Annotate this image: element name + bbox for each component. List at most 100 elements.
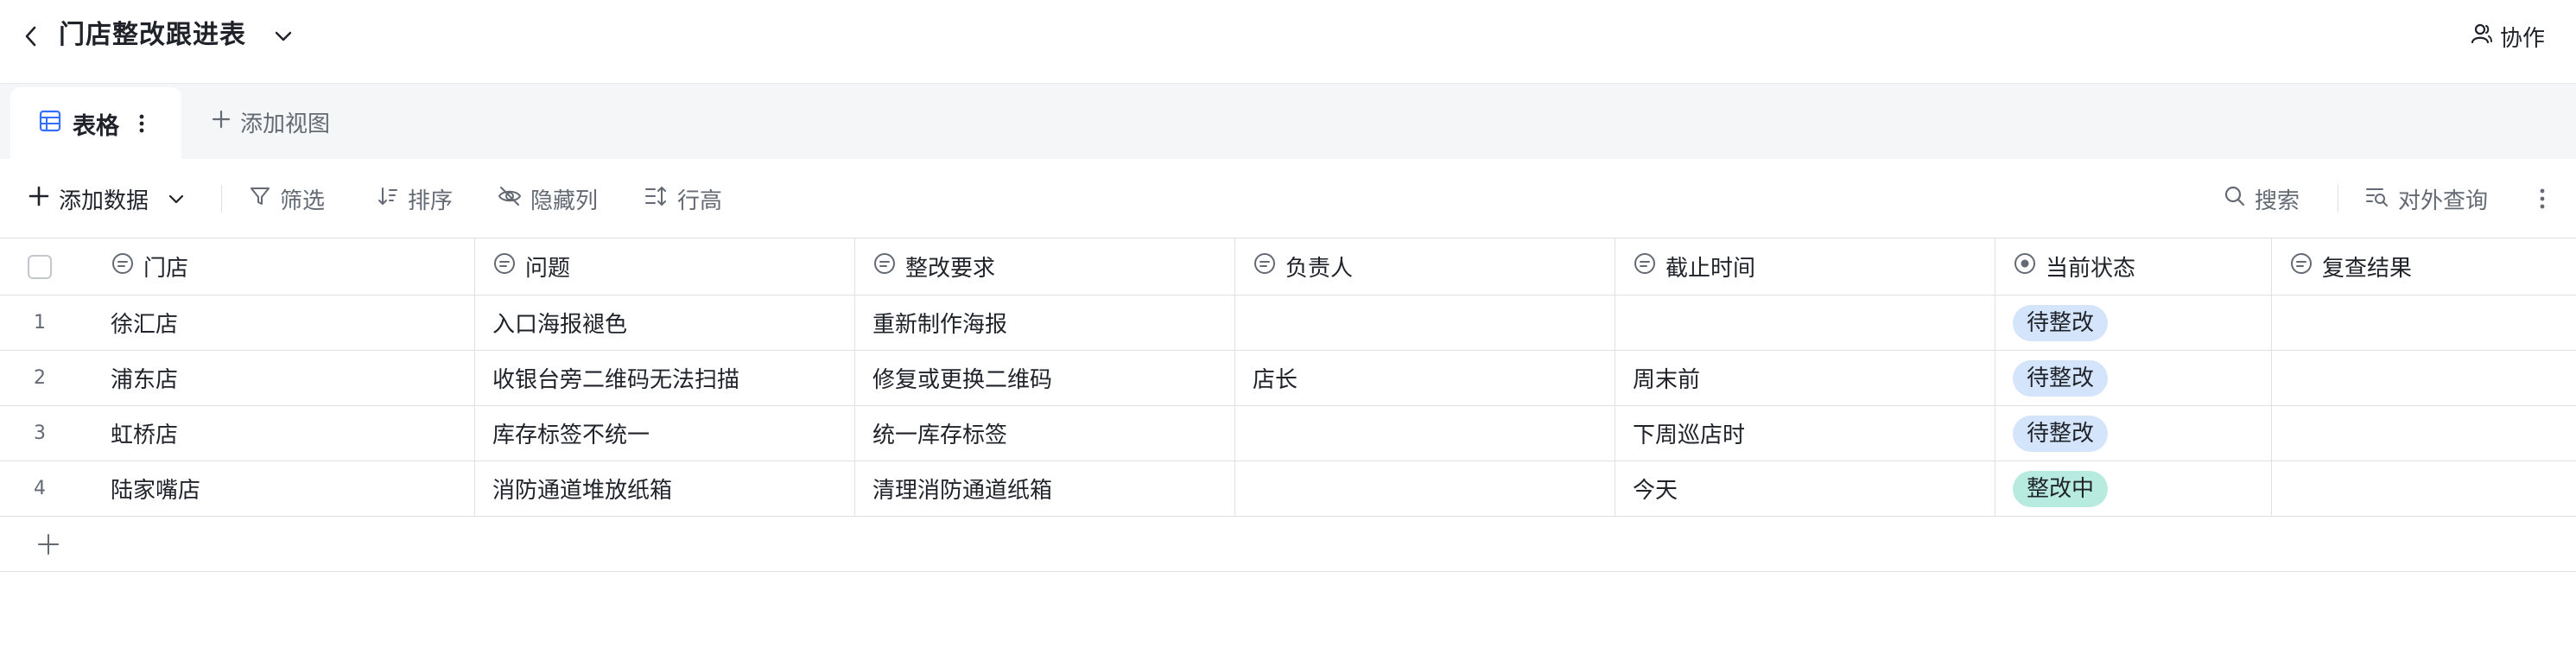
add-view-button[interactable]: 添加视图 [211, 103, 330, 141]
collaborate-label: 协作 [2499, 25, 2545, 52]
cell-owner[interactable]: 店长 [1235, 351, 1615, 405]
column-header-label: 门店 [143, 256, 189, 282]
person-icon [2471, 22, 2493, 51]
column-header-label: 当前状态 [2046, 256, 2136, 282]
search-button[interactable]: 搜索 [2224, 180, 2300, 218]
column-header-owner[interactable]: 负责人 [1235, 238, 1615, 295]
sort-button[interactable]: 排序 [377, 180, 453, 218]
cell-owner[interactable] [1235, 461, 1615, 516]
search-icon [2224, 185, 2246, 213]
cell-review[interactable] [2272, 295, 2576, 350]
plus-icon [28, 185, 50, 213]
plus-icon[interactable] [35, 530, 62, 558]
cell-requirement[interactable]: 重新制作海报 [855, 295, 1235, 350]
row-index: 3 [34, 422, 46, 444]
page-title: 门店整改跟进表 [59, 20, 246, 50]
cell-review[interactable] [2272, 351, 2576, 405]
cell-deadline[interactable]: 今天 [1615, 461, 1995, 516]
column-header-status[interactable]: 当前状态 [1995, 238, 2272, 295]
row-index: 4 [34, 478, 46, 499]
external-query-label: 对外查询 [2398, 187, 2489, 214]
back-icon[interactable] [17, 19, 45, 54]
column-header-deadline[interactable]: 截止时间 [1615, 238, 1995, 295]
cell-deadline[interactable]: 下周巡店时 [1615, 406, 1995, 461]
filter-icon [249, 185, 271, 213]
hide-columns-button[interactable]: 隐藏列 [498, 180, 598, 218]
status-badge: 待整改 [2013, 359, 2109, 397]
cell-issue[interactable]: 收银台旁二维码无法扫描 [475, 351, 855, 405]
toolbar: 添加数据 筛选 排序 隐藏列 行高 搜索 对外查询 [0, 159, 2576, 238]
cell-store[interactable]: 陆家嘴店 [93, 461, 475, 516]
collaborate-button[interactable]: 协作 [2471, 19, 2545, 54]
column-header-label: 整改要求 [905, 256, 996, 282]
row-height-button[interactable]: 行高 [644, 180, 722, 218]
cell-requirement[interactable]: 清理消防通道纸箱 [855, 461, 1235, 516]
more-vertical-icon[interactable] [2540, 180, 2545, 218]
cell-requirement[interactable]: 修复或更换二维码 [855, 351, 1235, 405]
cell-requirement[interactable]: 统一库存标签 [855, 406, 1235, 461]
cell-issue[interactable]: 消防通道堆放纸箱 [475, 461, 855, 516]
add-data-button[interactable]: 添加数据 [28, 180, 185, 218]
eye-off-icon [498, 185, 522, 213]
cell-owner[interactable] [1235, 406, 1615, 461]
cell-issue[interactable]: 入口海报褪色 [475, 295, 855, 350]
select-all-checkbox[interactable] [28, 254, 52, 279]
cell-status[interactable]: 待整改 [1995, 351, 2272, 405]
status-badge: 待整改 [2013, 304, 2109, 341]
cell-status[interactable]: 待整改 [1995, 295, 2272, 350]
cell-review[interactable] [2272, 461, 2576, 516]
column-header-label: 截止时间 [1666, 256, 1756, 282]
app-header: 门店整改跟进表 协作 [0, 0, 2576, 83]
view-tab-bar: 表格 添加视图 [0, 83, 2576, 160]
more-vertical-icon[interactable] [135, 111, 149, 137]
column-header-issue[interactable]: 问题 [475, 238, 855, 295]
cell-status[interactable]: 整改中 [1995, 461, 2272, 516]
cell-issue[interactable]: 库存标签不统一 [475, 406, 855, 461]
table-row[interactable]: 1 徐汇店 入口海报褪色 重新制作海报 待整改 [0, 295, 2576, 351]
chevron-down-icon[interactable] [270, 22, 297, 50]
external-query-button[interactable]: 对外查询 [2365, 180, 2488, 218]
row-height-icon [644, 185, 669, 213]
toolbar-divider [221, 185, 222, 213]
table-header-row: 门店 问题 整改要求 负责人 截止时间 当前状态 复查结果 [0, 238, 2576, 295]
chevron-down-icon[interactable] [168, 186, 185, 212]
cell-store[interactable]: 浦东店 [93, 351, 475, 405]
query-list-icon [2365, 185, 2389, 213]
cell-review[interactable] [2272, 406, 2576, 461]
column-header-requirement[interactable]: 整改要求 [855, 238, 1235, 295]
tab-table-label: 表格 [73, 112, 119, 140]
text-field-icon [872, 251, 897, 282]
filter-label: 筛选 [280, 187, 326, 214]
text-field-icon [2289, 251, 2313, 282]
cell-deadline[interactable] [1615, 295, 1995, 350]
column-header-label: 复查结果 [2322, 256, 2413, 282]
sort-icon [377, 185, 399, 213]
select-all-checkbox-cell[interactable] [0, 238, 79, 295]
grid-table-icon [38, 109, 62, 139]
text-field-icon [1253, 251, 1277, 282]
column-header-label: 负责人 [1285, 256, 1354, 282]
table-row[interactable]: 3 虹桥店 库存标签不统一 统一库存标签 下周巡店时 待整改 [0, 406, 2576, 461]
table-row[interactable]: 2 浦东店 收银台旁二维码无法扫描 修复或更换二维码 店长 周末前 待整改 [0, 351, 2576, 406]
add-data-label: 添加数据 [59, 187, 149, 214]
cell-store[interactable]: 徐汇店 [93, 295, 475, 350]
status-badge: 整改中 [2013, 470, 2109, 507]
row-index: 2 [34, 367, 46, 389]
hide-columns-label: 隐藏列 [530, 187, 599, 214]
column-header-review[interactable]: 复查结果 [2272, 238, 2576, 295]
plus-icon [211, 109, 232, 136]
cell-deadline[interactable]: 周末前 [1615, 351, 1995, 405]
cell-store[interactable]: 虹桥店 [93, 406, 475, 461]
filter-button[interactable]: 筛选 [249, 180, 325, 218]
tab-table[interactable]: 表格 [10, 87, 181, 160]
cell-owner[interactable] [1235, 295, 1615, 350]
cell-status[interactable]: 待整改 [1995, 406, 2272, 461]
table-row[interactable]: 4 陆家嘴店 消防通道堆放纸箱 清理消防通道纸箱 今天 整改中 [0, 461, 2576, 517]
column-header-label: 问题 [525, 256, 571, 282]
text-field-icon [492, 251, 517, 282]
add-row[interactable] [0, 517, 2576, 572]
row-index: 1 [34, 312, 46, 334]
sort-label: 排序 [408, 187, 454, 214]
add-view-label: 添加视图 [240, 111, 331, 137]
column-header-store[interactable]: 门店 [93, 238, 475, 295]
